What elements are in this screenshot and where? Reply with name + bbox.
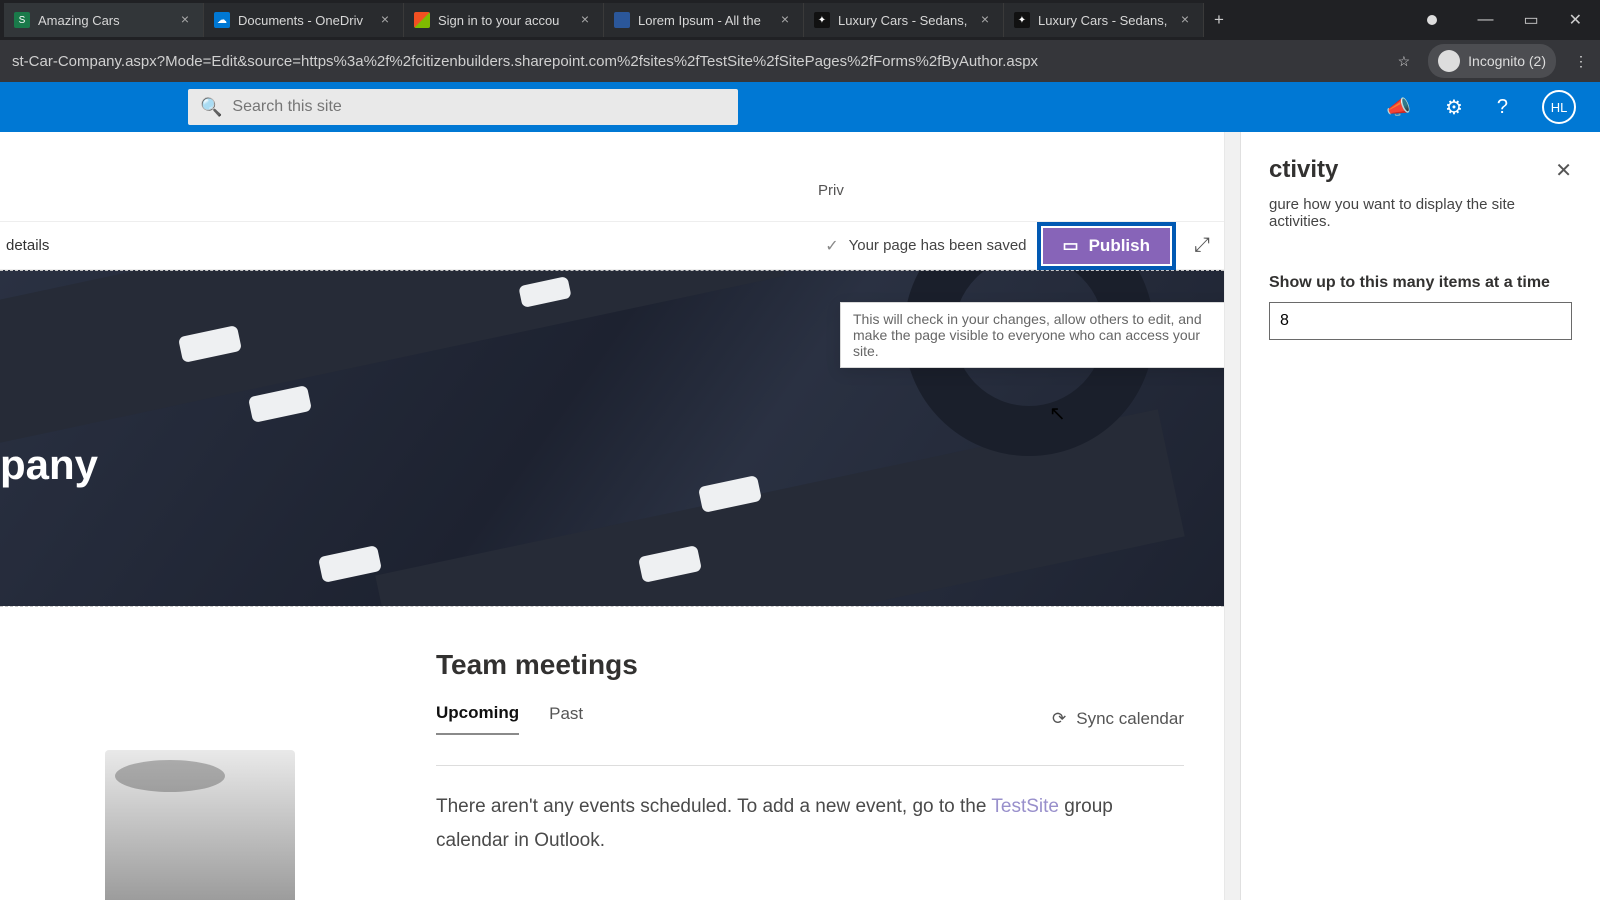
side-image [0,607,400,900]
tab-title: Luxury Cars - Sedans, [1038,13,1169,28]
divider [436,765,1184,766]
panel-title: ctivity [1269,156,1338,184]
hero-title: pany [0,441,98,489]
favicon-microsoft-icon [414,12,430,28]
events-heading: Team meetings [436,649,1184,681]
tab-title: Documents - OneDriv [238,13,369,28]
sync-icon: ⟳ [1052,709,1066,729]
mouse-cursor-icon: ↖ [1049,401,1066,426]
action-bar: details ✓ Your page has been saved ▭ Pub… [0,222,1224,270]
checkmark-icon: ✓ [825,236,838,256]
tab-close-icon[interactable]: × [977,12,993,28]
tab-close-icon[interactable]: × [577,12,593,28]
tab-item[interactable]: S Amazing Cars × [4,3,204,37]
publish-tooltip: This will check in your changes, allow o… [840,302,1224,368]
incognito-indicator-icon [1427,15,1437,25]
saved-message: Your page has been saved [849,237,1027,254]
address-bar-row: st-Car-Company.aspx?Mode=Edit&source=htt… [0,40,1600,82]
tab-close-icon[interactable]: × [177,12,193,28]
tab-item[interactable]: Sign in to your accou × [404,3,604,37]
tab-close-icon[interactable]: × [1177,12,1193,28]
favicon-mercedes-icon: ✦ [1014,12,1030,28]
publish-book-icon: ▭ [1063,236,1079,256]
tab-past[interactable]: Past [549,704,583,734]
publish-label: Publish [1089,236,1150,256]
scrollbar[interactable] [1224,132,1240,900]
publish-button[interactable]: ▭ Publish [1043,228,1170,264]
items-count-label: Show up to this many items at a time [1269,274,1572,292]
panel-close-button[interactable]: ✕ [1555,158,1572,183]
tab-title: Sign in to your accou [438,13,569,28]
tab-item[interactable]: ✦ Luxury Cars - Sedans, × [804,3,1004,37]
page-details-link[interactable]: details [6,237,49,254]
minimize-button[interactable]: — [1477,11,1493,29]
tab-item[interactable]: ✦ Luxury Cars - Sedans, × [1004,3,1204,37]
search-box[interactable]: 🔍 [188,89,738,125]
expand-icon[interactable]: ⤢ [1186,234,1218,257]
events-empty-message: There aren't any events scheduled. To ad… [436,790,1184,858]
search-icon: 🔍 [200,97,222,118]
address-bar[interactable]: st-Car-Company.aspx?Mode=Edit&source=htt… [12,53,1386,70]
help-icon[interactable]: ? [1497,96,1508,119]
new-tab-button[interactable]: + [1204,10,1234,30]
browser-chrome: S Amazing Cars × ☁ Documents - OneDriv ×… [0,0,1600,82]
events-webpart: Team meetings Upcoming Past ⟳ Sync calen… [400,607,1224,900]
publish-highlight: ▭ Publish [1037,222,1176,270]
avatar[interactable]: HL [1542,90,1576,124]
favicon-sharepoint-icon: S [14,12,30,28]
bookmark-star-icon[interactable]: ☆ [1398,53,1411,70]
page-main: Priv This will check in your changes, al… [0,132,1224,900]
incognito-pill[interactable]: Incognito (2) [1428,44,1556,78]
tab-title: Luxury Cars - Sedans, [838,13,969,28]
tab-title: Lorem Ipsum - All the [638,13,769,28]
sync-calendar-button[interactable]: ⟳ Sync calendar [1052,709,1184,729]
privacy-label: Priv [818,182,844,199]
chrome-menu-icon[interactable]: ⋮ [1574,53,1588,70]
side-panel: ctivity ✕ gure how you want to display t… [1240,132,1600,900]
tab-title: Amazing Cars [38,13,169,28]
close-window-button[interactable]: ✕ [1569,10,1582,30]
sync-label: Sync calendar [1076,709,1184,729]
panel-description: gure how you want to display the site ac… [1269,196,1572,230]
tab-upcoming[interactable]: Upcoming [436,703,519,735]
tab-close-icon[interactable]: × [777,12,793,28]
empty-prefix: There aren't any events scheduled. To ad… [436,796,991,817]
tab-close-icon[interactable]: × [377,12,393,28]
incognito-label: Incognito (2) [1468,53,1546,69]
browser-tabs: S Amazing Cars × ☁ Documents - OneDriv ×… [0,0,1600,40]
search-input[interactable] [232,98,726,116]
favicon-word-icon [614,12,630,28]
favicon-onedrive-icon: ☁ [214,12,230,28]
favicon-mercedes-icon: ✦ [814,12,830,28]
testsite-link[interactable]: TestSite [991,796,1059,817]
maximize-button[interactable]: ▭ [1523,10,1538,30]
tab-item[interactable]: Lorem Ipsum - All the × [604,3,804,37]
items-count-input[interactable] [1269,302,1572,340]
megaphone-icon[interactable]: 📣 [1386,95,1411,120]
gear-icon[interactable]: ⚙ [1445,95,1463,120]
sharepoint-header: 🔍 📣 ⚙ ? HL [0,82,1600,132]
tab-item[interactable]: ☁ Documents - OneDriv × [204,3,404,37]
incognito-hat-icon [1438,50,1460,72]
